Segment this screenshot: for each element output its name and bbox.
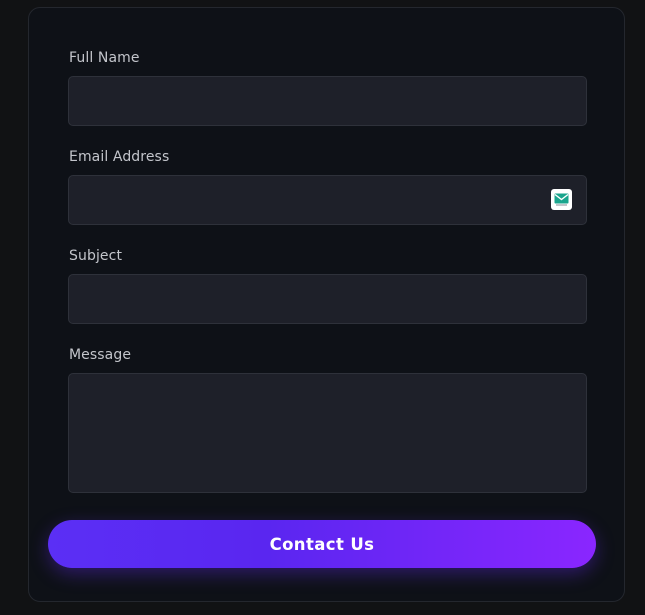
email-input[interactable] [68,175,587,225]
contact-us-button[interactable]: Contact Us [48,520,596,568]
subject-label: Subject [69,248,123,264]
contact-form-card: Full Name Email Address Subject Message … [28,7,625,602]
message-label: Message [69,347,132,363]
subject-input[interactable] [68,274,587,324]
full-name-label: Full Name [69,50,140,66]
full-name-input[interactable] [68,76,587,126]
email-label: Email Address [69,149,170,165]
message-textarea[interactable] [68,373,587,493]
email-autofill-icon[interactable] [551,189,572,210]
